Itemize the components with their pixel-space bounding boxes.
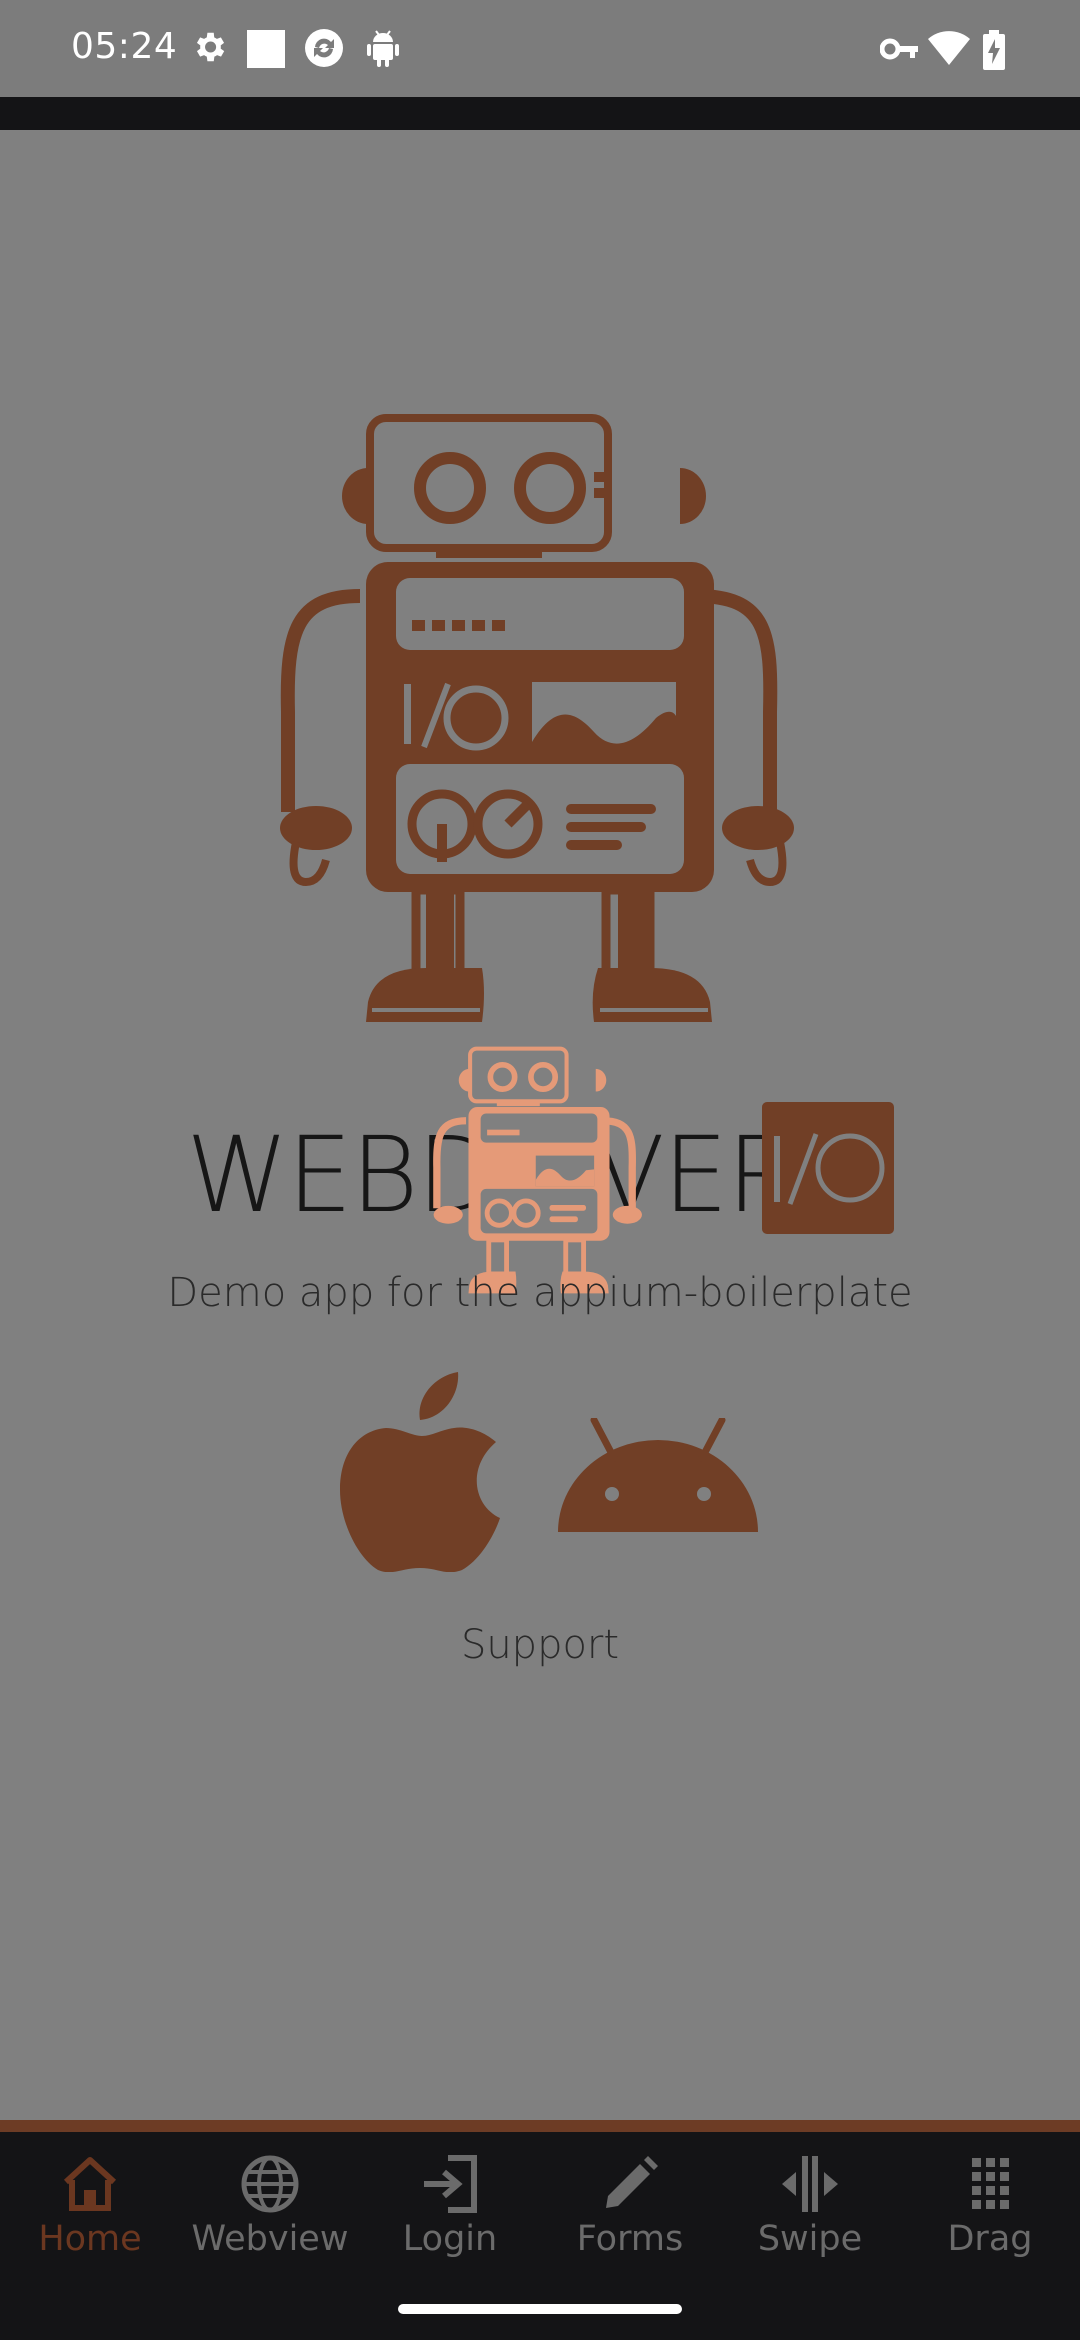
white-square-icon <box>247 30 285 68</box>
android-debug-icon <box>367 30 399 67</box>
home-icon <box>63 2157 117 2211</box>
support-label: Support <box>460 1622 620 1668</box>
tab-forms[interactable]: Forms <box>540 2132 720 2274</box>
tab-bar-accent <box>0 2120 1080 2132</box>
vpn-key-icon <box>880 38 918 60</box>
tab-label-swipe: Swipe <box>757 2219 863 2259</box>
android-icon <box>558 1418 758 1532</box>
sync-icon <box>305 29 343 67</box>
tab-label-login: Login <box>402 2219 498 2259</box>
home-gesture-pill[interactable] <box>398 2304 682 2314</box>
battery-charging-icon <box>983 30 1005 70</box>
apple-icon <box>340 1372 500 1572</box>
status-bar: 05:24 <box>0 0 1080 97</box>
settings-gear-icon <box>196 32 225 62</box>
logo-badge <box>762 1102 894 1234</box>
swipe-icon <box>782 2156 838 2212</box>
tab-webview[interactable]: Webview <box>180 2132 360 2274</box>
robot-small-icon <box>433 1046 642 1294</box>
tab-home[interactable]: Home <box>0 2132 180 2274</box>
tab-swipe[interactable]: Swipe <box>720 2132 900 2274</box>
tab-label-forms: Forms <box>576 2219 684 2259</box>
tab-label-home: Home <box>38 2219 142 2259</box>
app-header <box>0 97 1080 130</box>
login-icon <box>424 2155 477 2213</box>
io-badge-icon <box>774 1133 885 1205</box>
bottom-tab-bar: Home Webview Login Forms Swipe Drag <box>0 2132 1080 2274</box>
robot-logo-icon <box>280 414 794 1022</box>
app-screen: 05:24 Demo app for the appium-boilerplat… <box>0 0 1080 2340</box>
tab-label-webview: Webview <box>191 2219 349 2259</box>
globe-icon <box>241 2155 299 2213</box>
grid-dots-icon <box>972 2158 1009 2209</box>
tab-label-drag: Drag <box>947 2219 1033 2259</box>
pencil-icon <box>606 2156 658 2208</box>
tab-drag[interactable]: Drag <box>900 2132 1080 2274</box>
tab-login[interactable]: Login <box>360 2132 540 2274</box>
tagline: Demo app for the appium-boilerplate <box>167 1270 913 1316</box>
gesture-nav-area <box>0 2274 1080 2340</box>
status-time: 05:24 <box>71 26 178 67</box>
wifi-icon <box>928 31 970 65</box>
